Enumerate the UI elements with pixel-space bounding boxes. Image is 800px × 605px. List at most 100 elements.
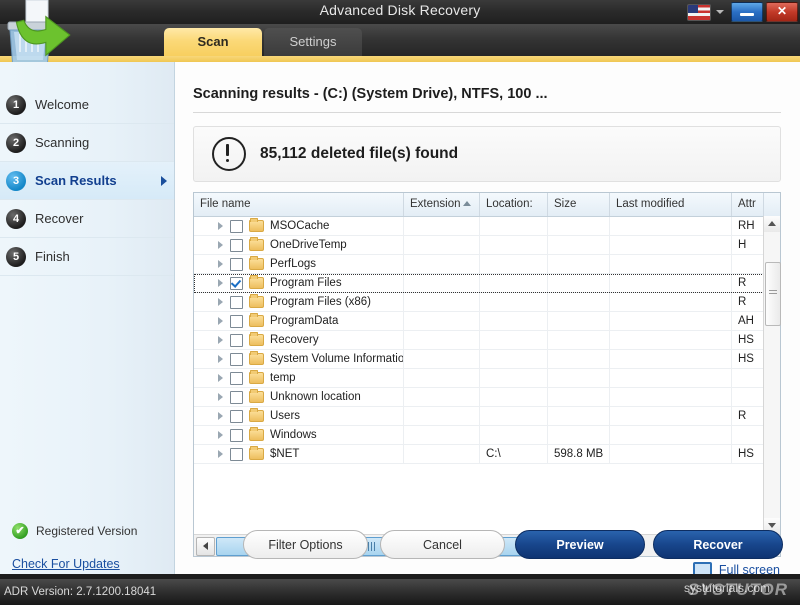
cell-file-name: Recovery	[194, 331, 404, 349]
vertical-scrollbar[interactable]	[763, 216, 780, 534]
cell-file-name: OneDriveTemp	[194, 236, 404, 254]
filter-options-button[interactable]: Filter Options	[243, 530, 368, 559]
row-checkbox[interactable]	[230, 410, 243, 423]
row-checkbox[interactable]	[230, 220, 243, 233]
sidebar-item-recover[interactable]: 4 Recover	[0, 200, 174, 238]
folder-icon	[249, 353, 264, 365]
file-name-label: Program Files (x86)	[270, 293, 371, 311]
row-checkbox[interactable]	[230, 353, 243, 366]
expand-triangle-icon[interactable]	[218, 374, 223, 382]
cell-size	[548, 369, 610, 387]
cell-modified	[610, 407, 732, 425]
sidebar-item-label: Scan Results	[35, 173, 117, 188]
cell-size	[548, 407, 610, 425]
table-row[interactable]: MSOCacheRH	[194, 217, 780, 236]
us-flag-icon[interactable]	[687, 4, 711, 21]
table-row[interactable]: Program Files (x86)R	[194, 293, 780, 312]
registered-label: Registered Version	[36, 524, 137, 538]
table-row[interactable]: temp	[194, 369, 780, 388]
row-checkbox[interactable]	[230, 239, 243, 252]
folder-icon	[249, 277, 264, 289]
step-number: 1	[6, 95, 26, 115]
expand-triangle-icon[interactable]	[218, 412, 223, 420]
chevron-down-icon[interactable]	[716, 10, 724, 14]
row-checkbox[interactable]	[230, 429, 243, 442]
cell-location: C:\	[480, 445, 548, 463]
row-checkbox[interactable]	[230, 334, 243, 347]
table-body[interactable]: MSOCacheRHOneDriveTempHPerfLogsProgram F…	[194, 217, 780, 535]
step-number: 2	[6, 133, 26, 153]
tab-settings[interactable]: Settings	[264, 28, 362, 56]
cancel-button[interactable]: Cancel	[380, 530, 505, 559]
cell-modified	[610, 426, 732, 444]
column-header-size[interactable]: Size	[548, 193, 610, 216]
expand-triangle-icon[interactable]	[218, 336, 223, 344]
cell-file-name: Program Files (x86)	[194, 293, 404, 311]
cell-file-name: PerfLogs	[194, 255, 404, 273]
tab-scan[interactable]: Scan	[164, 28, 262, 56]
sidebar-item-scanning[interactable]: 2 Scanning	[0, 124, 174, 162]
expand-triangle-icon[interactable]	[218, 450, 223, 458]
sidebar-item-finish[interactable]: 5 Finish	[0, 238, 174, 276]
cell-file-name: Unknown location	[194, 388, 404, 406]
cell-size	[548, 274, 610, 292]
sidebar-item-welcome[interactable]: 1 Welcome	[0, 86, 174, 124]
scroll-up-button[interactable]	[764, 216, 780, 232]
cell-attributes: HS	[732, 445, 764, 463]
chevron-right-icon	[161, 176, 167, 186]
row-checkbox[interactable]	[230, 277, 243, 290]
row-checkbox[interactable]	[230, 315, 243, 328]
folder-icon	[249, 258, 264, 270]
recover-button[interactable]: Recover	[653, 530, 783, 559]
column-header-extension[interactable]: Extension	[404, 193, 480, 216]
expand-triangle-icon[interactable]	[218, 260, 223, 268]
window-controls: ✕	[687, 2, 798, 22]
expand-triangle-icon[interactable]	[218, 317, 223, 325]
check-for-updates-link[interactable]: Check For Updates	[0, 539, 174, 571]
cell-file-name: temp	[194, 369, 404, 387]
cell-location	[480, 331, 548, 349]
sidebar-item-scan-results[interactable]: 3 Scan Results	[0, 162, 174, 200]
cell-extension	[404, 312, 480, 330]
expand-triangle-icon[interactable]	[218, 222, 223, 230]
row-checkbox[interactable]	[230, 448, 243, 461]
row-checkbox[interactable]	[230, 391, 243, 404]
column-header-extension-label: Extension	[410, 198, 461, 210]
cell-extension	[404, 331, 480, 349]
expand-triangle-icon[interactable]	[218, 431, 223, 439]
table-row[interactable]: PerfLogs	[194, 255, 780, 274]
minimize-button[interactable]	[731, 2, 763, 22]
row-checkbox[interactable]	[230, 258, 243, 271]
folder-icon	[249, 315, 264, 327]
expand-triangle-icon[interactable]	[218, 298, 223, 306]
table-row[interactable]: Unknown location	[194, 388, 780, 407]
expand-triangle-icon[interactable]	[218, 279, 223, 287]
table-row[interactable]: ProgramDataAH	[194, 312, 780, 331]
preview-button[interactable]: Preview	[515, 530, 645, 559]
cell-attributes: HS	[732, 350, 764, 368]
table-row[interactable]: Program FilesR	[194, 274, 780, 293]
cell-size	[548, 331, 610, 349]
row-checkbox[interactable]	[230, 372, 243, 385]
close-button[interactable]: ✕	[766, 2, 798, 22]
expand-triangle-icon[interactable]	[218, 241, 223, 249]
table-row[interactable]: UsersR	[194, 407, 780, 426]
row-checkbox[interactable]	[230, 296, 243, 309]
column-header-last-modified[interactable]: Last modified	[610, 193, 732, 216]
file-name-label: $NET	[270, 445, 299, 463]
column-header-file-name[interactable]: File name	[194, 193, 404, 216]
table-row[interactable]: $NETC:\598.8 MBHS	[194, 445, 780, 464]
vertical-scroll-thumb[interactable]	[765, 262, 781, 326]
table-row[interactable]: Windows	[194, 426, 780, 445]
cell-location	[480, 407, 548, 425]
table-row[interactable]: System Volume InformationHS	[194, 350, 780, 369]
expand-triangle-icon[interactable]	[218, 393, 223, 401]
column-header-location[interactable]: Location:	[480, 193, 548, 216]
column-header-attributes[interactable]: Attr	[732, 193, 764, 216]
expand-triangle-icon[interactable]	[218, 355, 223, 363]
sidebar-item-label: Welcome	[35, 97, 89, 112]
table-row[interactable]: OneDriveTempH	[194, 236, 780, 255]
table-row[interactable]: RecoveryHS	[194, 331, 780, 350]
page-title: Scanning results - (C:) (System Drive), …	[193, 86, 548, 102]
cell-size	[548, 350, 610, 368]
